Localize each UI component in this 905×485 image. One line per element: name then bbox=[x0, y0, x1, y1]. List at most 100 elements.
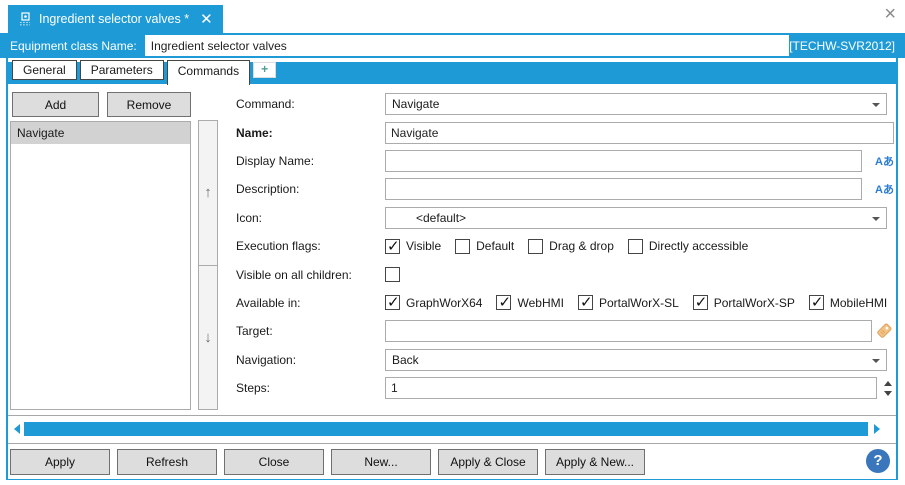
tab-add[interactable]: + bbox=[253, 62, 276, 78]
available-webhmi[interactable]: WebHMI bbox=[496, 295, 563, 310]
localize-icon[interactable]: Aあ bbox=[862, 181, 896, 197]
scrollbar-thumb[interactable] bbox=[24, 422, 868, 436]
document-tab[interactable]: Ingredient selector valves * ✕ bbox=[8, 5, 223, 33]
apply-button[interactable]: Apply bbox=[10, 449, 110, 475]
form-row-navigation: Navigation: Back bbox=[236, 346, 896, 374]
visible-on-all-children-checkbox[interactable] bbox=[385, 267, 400, 282]
command-label: Command: bbox=[236, 97, 385, 111]
document-tab-title: Ingredient selector valves * bbox=[39, 12, 189, 26]
tab-strip: General Parameters Commands + bbox=[8, 58, 896, 84]
tab-commands[interactable]: Commands bbox=[167, 60, 250, 85]
tag-picker-button[interactable] bbox=[872, 323, 896, 339]
display-name-input[interactable] bbox=[385, 150, 862, 172]
command-value: Navigate bbox=[392, 97, 439, 111]
flag-drag-drop[interactable]: Drag & drop bbox=[528, 239, 614, 254]
available-in-group: GraphWorX64 WebHMI PortalWorX-SL Po bbox=[385, 295, 896, 310]
window-close-icon[interactable]: × bbox=[884, 4, 896, 24]
available-portalworx-sl-label: PortalWorX-SL bbox=[599, 296, 679, 310]
checkbox[interactable] bbox=[809, 295, 824, 310]
command-form: Command: Navigate Name: Display Name: Aあ bbox=[236, 90, 896, 402]
checkbox[interactable] bbox=[455, 239, 470, 254]
help-icon[interactable]: ? bbox=[866, 449, 890, 473]
arrow-up-icon: ↑ bbox=[204, 184, 212, 201]
list-item-navigate[interactable]: Navigate bbox=[11, 122, 190, 144]
flag-directly-accessible[interactable]: Directly accessible bbox=[628, 239, 748, 254]
flag-drag-drop-label: Drag & drop bbox=[549, 239, 614, 253]
command-dropdown[interactable]: Navigate bbox=[385, 93, 887, 115]
target-label: Target: bbox=[236, 324, 385, 338]
checkbox[interactable] bbox=[528, 239, 543, 254]
steps-input[interactable] bbox=[385, 377, 877, 399]
equipment-class-editor-window: Ingredient selector valves * ✕ × Equipme… bbox=[0, 0, 905, 485]
available-mobilehmi[interactable]: MobileHMI bbox=[809, 295, 887, 310]
close-button[interactable]: Close bbox=[224, 449, 324, 475]
document-tab-close-icon[interactable]: ✕ bbox=[200, 12, 213, 27]
chevron-down-icon bbox=[872, 103, 880, 107]
available-graphworx64[interactable]: GraphWorX64 bbox=[385, 295, 482, 310]
scroll-left-icon[interactable] bbox=[14, 424, 20, 434]
form-row-steps: Steps: bbox=[236, 374, 896, 402]
tab-parameters[interactable]: Parameters bbox=[80, 60, 164, 80]
tab-general[interactable]: General bbox=[12, 60, 77, 80]
horizontal-scrollbar[interactable] bbox=[8, 415, 896, 443]
target-input[interactable] bbox=[385, 320, 872, 342]
name-label: Name: bbox=[236, 126, 385, 140]
icon-label: Icon: bbox=[236, 211, 385, 225]
tag-icon bbox=[876, 323, 892, 339]
execution-flags-group: Visible Default Drag & drop Directl bbox=[385, 239, 896, 254]
available-portalworx-sp[interactable]: PortalWorX-SP bbox=[693, 295, 795, 310]
checkbox[interactable] bbox=[385, 239, 400, 254]
description-input[interactable] bbox=[385, 178, 862, 200]
footer-bar: Apply Refresh Close New... Apply & Close… bbox=[8, 443, 896, 479]
apply-and-new-button[interactable]: Apply & New... bbox=[545, 449, 645, 475]
execution-flags-label: Execution flags: bbox=[236, 239, 385, 253]
equipment-class-name-input[interactable] bbox=[145, 35, 789, 56]
refresh-button[interactable]: Refresh bbox=[117, 449, 217, 475]
server-name-badge: [TECHW-SVR2012] bbox=[789, 39, 895, 53]
command-list[interactable]: Navigate bbox=[10, 121, 191, 410]
icon-value: <default> bbox=[392, 211, 466, 225]
flag-default[interactable]: Default bbox=[455, 239, 514, 254]
move-up-button[interactable]: ↑ bbox=[199, 121, 217, 266]
name-input[interactable] bbox=[385, 122, 894, 144]
form-row-display-name: Display Name: Aあ bbox=[236, 147, 896, 175]
description-label: Description: bbox=[236, 182, 385, 196]
available-portalworx-sl[interactable]: PortalWorX-SL bbox=[578, 295, 679, 310]
checkbox[interactable] bbox=[693, 295, 708, 310]
apply-and-close-button[interactable]: Apply & Close bbox=[438, 449, 538, 475]
localize-icon[interactable]: Aあ bbox=[862, 153, 896, 169]
checkbox[interactable] bbox=[385, 295, 400, 310]
header-bar: Equipment class Name: [TECHW-SVR2012] bbox=[0, 33, 905, 58]
move-down-button[interactable]: ↓ bbox=[199, 266, 217, 410]
available-mobilehmi-label: MobileHMI bbox=[830, 296, 887, 310]
add-button[interactable]: Add bbox=[12, 92, 99, 117]
form-row-visible-on-all-children: Visible on all children: bbox=[236, 260, 896, 288]
remove-button[interactable]: Remove bbox=[107, 92, 191, 117]
list-actions: Add Remove bbox=[12, 92, 191, 117]
form-row-command: Command: Navigate bbox=[236, 90, 896, 118]
new-button[interactable]: New... bbox=[331, 449, 431, 475]
checkbox[interactable] bbox=[578, 295, 593, 310]
scroll-right-icon[interactable] bbox=[874, 424, 880, 434]
checkbox[interactable] bbox=[496, 295, 511, 310]
form-row-target: Target: bbox=[236, 317, 896, 345]
navigation-value: Back bbox=[392, 353, 419, 367]
chevron-down-icon bbox=[872, 217, 880, 221]
navigation-dropdown[interactable]: Back bbox=[385, 349, 887, 371]
icon-dropdown[interactable]: <default> bbox=[385, 207, 887, 229]
flag-directly-accessible-label: Directly accessible bbox=[649, 239, 748, 253]
checkbox[interactable] bbox=[628, 239, 643, 254]
flag-visible[interactable]: Visible bbox=[385, 239, 441, 254]
flag-visible-label: Visible bbox=[406, 239, 441, 253]
form-row-name: Name: bbox=[236, 118, 896, 146]
commands-panel: Add Remove Navigate ↑ ↓ Command: Navigat… bbox=[8, 84, 896, 415]
spinner-up-icon[interactable] bbox=[884, 381, 892, 386]
equipment-class-icon bbox=[18, 12, 32, 26]
steps-spinner[interactable] bbox=[877, 381, 896, 396]
reorder-strip: ↑ ↓ bbox=[198, 120, 218, 410]
spinner-down-icon[interactable] bbox=[884, 391, 892, 396]
form-row-execution-flags: Execution flags: Visible Default Drag bbox=[236, 232, 896, 260]
available-webhmi-label: WebHMI bbox=[517, 296, 563, 310]
navigation-label: Navigation: bbox=[236, 353, 385, 367]
equipment-class-name-label: Equipment class Name: bbox=[10, 39, 137, 53]
